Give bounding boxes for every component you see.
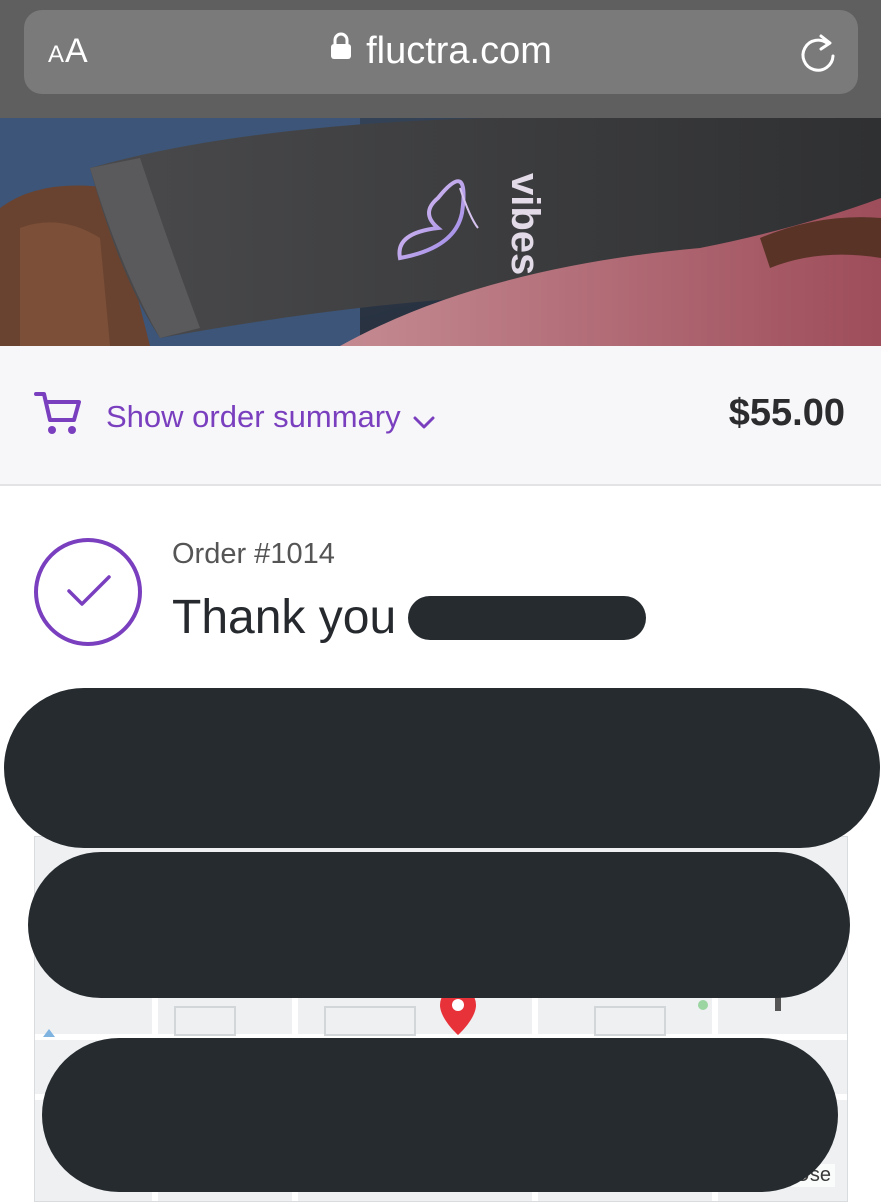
redacted-block-3 [42,1038,838,1192]
chevron-down-icon [413,402,435,438]
order-number: Order #1014 [172,538,335,570]
cart-icon[interactable] [34,390,82,441]
address-bar[interactable]: AA fluctra.com [24,10,858,94]
redacted-customer-name [408,596,646,640]
reload-icon[interactable] [798,30,838,79]
browser-toolbar: AA fluctra.com [0,0,881,118]
url-text[interactable]: fluctra.com [366,30,552,72]
order-summary-bar: Show order summary $55.00 [0,346,881,486]
hero-image: vibes [0,118,881,346]
order-total: $55.00 [728,392,845,434]
redacted-block-2 [28,852,850,998]
redacted-block-1 [4,688,880,848]
lock-icon [330,27,352,70]
checkmark-circle-icon [34,538,142,646]
thank-you-heading: Thank you [172,591,397,644]
order-summary-toggle-label: Show order summary [106,399,401,434]
hero-brand-text: vibes [503,173,547,275]
show-order-summary-button[interactable]: Show order summary [106,396,435,438]
